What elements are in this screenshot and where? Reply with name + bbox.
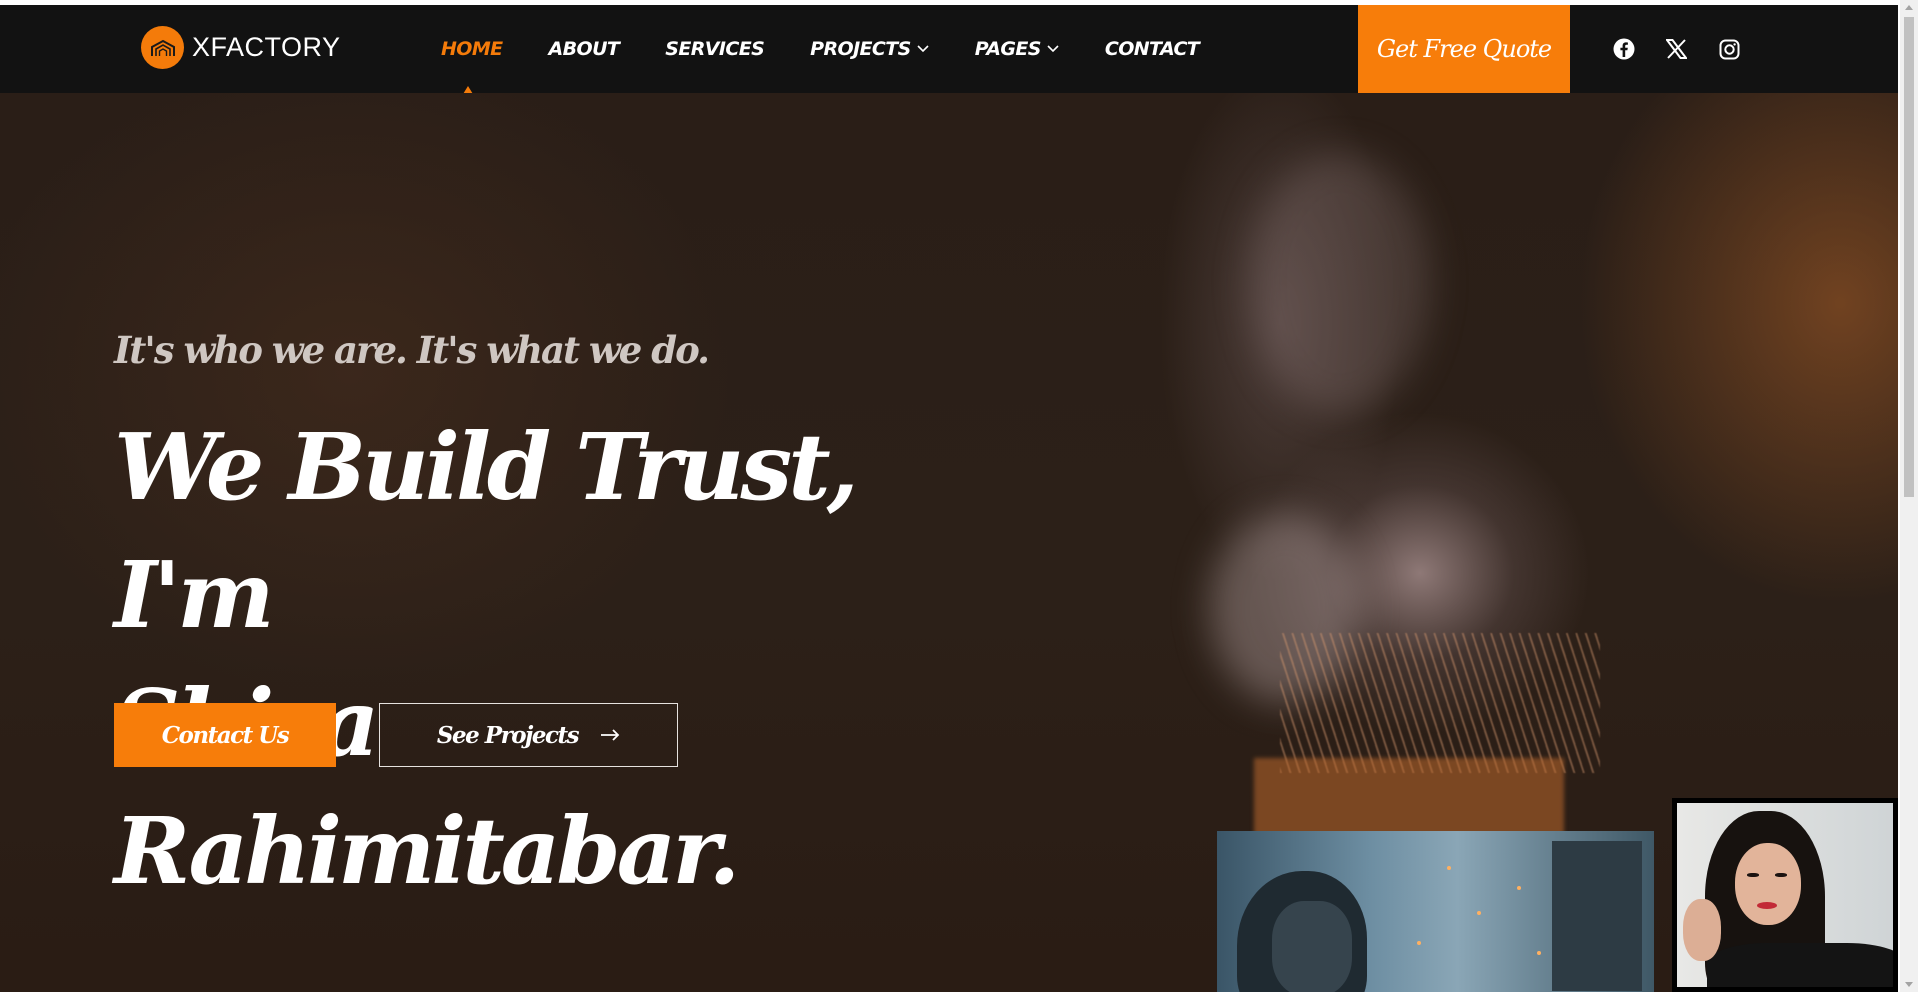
x-twitter-icon[interactable] [1665,38,1688,61]
webcam-video [1677,803,1893,987]
hero-section: It's who we are. It's what we do. We Bui… [0,93,1898,992]
thumbnail-spark [1537,951,1541,955]
hero-tagline: It's who we are. It's what we do. [114,328,710,372]
hero-headline-line1: We Build Trust, I'm [114,413,859,649]
nav-about[interactable]: ABOUT [549,38,620,60]
factory-logo-icon [141,26,184,69]
nav-services-label: SERVICES [665,38,765,60]
nav-pages-label: PAGES [974,38,1042,60]
nav-pages[interactable]: PAGES [975,38,1059,60]
scroll-down-arrow-icon[interactable] [1905,982,1913,987]
thumbnail-spark [1447,866,1451,870]
logo[interactable]: XFACTORY [141,26,341,69]
scroll-up-arrow-icon[interactable] [1905,5,1913,10]
thumbnail-spark [1477,911,1481,915]
webcam-person-shirt [1707,943,1893,987]
webcam-person-eye [1775,873,1787,877]
arrow-right-icon [601,729,620,741]
welder-thumbnail-image [1217,831,1654,992]
page: XFACTORY HOME ABOUT SERVICES PROJECTS PA… [0,0,1918,992]
thumbnail-spark [1417,941,1421,945]
main-nav: HOME ABOUT SERVICES PROJECTS PAGES CONTA… [441,5,1245,93]
thumbnail-welder-visor [1272,901,1352,992]
instagram-icon[interactable] [1718,38,1741,61]
social-links [1612,5,1741,93]
webcam-person-hand [1683,899,1721,961]
contact-us-button[interactable]: Contact Us [114,703,336,767]
nav-projects-label: PROJECTS [810,38,911,60]
nav-contact-label: CONTACT [1104,38,1200,60]
vertical-scrollbar[interactable] [1900,0,1918,992]
nav-services[interactable]: SERVICES [665,38,764,60]
webcam-person-face [1735,843,1801,925]
chevron-down-icon [1047,45,1059,53]
chevron-down-icon [917,45,929,53]
nav-projects[interactable]: PROJECTS [810,38,929,60]
scrollbar-thumb[interactable] [1904,17,1914,497]
facebook-icon[interactable] [1612,38,1635,61]
nav-about-label: ABOUT [548,38,620,60]
get-free-quote-button[interactable]: Get Free Quote [1358,5,1570,93]
hero-smoke [1250,153,1430,413]
webcam-overlay [1672,798,1898,992]
hero-background-rods [1280,633,1600,773]
nav-home[interactable]: HOME [441,38,503,60]
webcam-person-eye [1747,873,1759,877]
hero-headline-line2: Shiva Rahimitabar. [114,669,740,905]
webcam-person-lips [1757,902,1777,909]
nav-contact[interactable]: CONTACT [1104,38,1200,60]
thumbnail-machine [1552,841,1642,991]
see-projects-button[interactable]: See Projects [379,703,678,767]
nav-home-label: HOME [441,38,503,60]
hero-headline: We Build Trust, I'm Shiva Rahimitabar. [114,403,1014,915]
logo-text: XFACTORY [192,32,341,62]
thumbnail-spark [1517,886,1521,890]
see-projects-label: See Projects [436,721,580,749]
site-header: XFACTORY HOME ABOUT SERVICES PROJECTS PA… [0,5,1898,99]
